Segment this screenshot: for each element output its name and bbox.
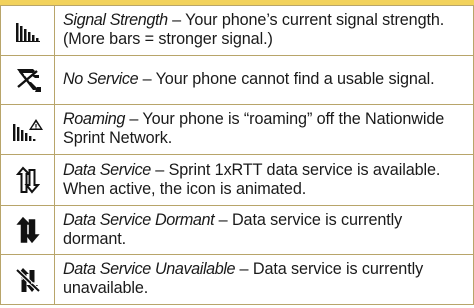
description-cell: No Service – Your phone cannot find a us…: [54, 55, 474, 105]
table-row: Data Service Dormant – Data service is c…: [0, 205, 474, 255]
term-separator: –: [167, 11, 186, 29]
description-text: Your phone cannot find a usable signal.: [155, 70, 435, 88]
table-row: Data Service – Sprint 1xRTT data service…: [0, 154, 474, 206]
description-cell: Data Service – Sprint 1xRTT data service…: [54, 154, 474, 206]
term-label: No Service: [63, 70, 139, 88]
table-row: Signal Strength – Your phone’s current s…: [0, 5, 474, 56]
term-separator: –: [150, 160, 169, 179]
icon-cell: [0, 254, 55, 305]
description-cell: Data Service Unavailable – Data service …: [54, 254, 474, 305]
term-label: Data Service Dormant: [63, 210, 215, 229]
description-cell: Roaming – Your phone is “roaming” off th…: [54, 104, 474, 155]
data-service-icon: [1, 166, 54, 194]
table-row: No Service – Your phone cannot find a us…: [0, 55, 474, 105]
icon-cell: [0, 5, 55, 56]
no-service-icon: [1, 65, 54, 95]
term-separator: –: [235, 260, 253, 278]
page: Signal Strength – Your phone’s current s…: [0, 0, 474, 308]
status-icon-table: Signal Strength – Your phone’s current s…: [0, 5, 474, 305]
term-label: Signal Strength: [63, 11, 168, 29]
table-row: Data Service Unavailable – Data service …: [0, 254, 474, 305]
term-separator: –: [214, 210, 232, 229]
icon-cell: [0, 205, 55, 255]
term-label: Roaming: [63, 110, 125, 128]
roaming-icon: [1, 117, 54, 143]
data-service-unavailable-icon: [1, 265, 54, 295]
table-row: Roaming – Your phone is “roaming” off th…: [0, 104, 474, 155]
icon-cell: [0, 104, 55, 155]
icon-cell: [0, 154, 55, 206]
term-label: Data Service: [63, 160, 151, 179]
description-cell: Signal Strength – Your phone’s current s…: [54, 5, 474, 56]
term-separator: –: [124, 110, 143, 128]
term-label: Data Service Unavailable: [63, 260, 236, 278]
signal-strength-icon: [1, 19, 54, 43]
description-cell: Data Service Dormant – Data service is c…: [54, 205, 474, 255]
term-separator: –: [138, 70, 156, 88]
icon-cell: [0, 55, 55, 105]
data-service-dormant-icon: [1, 216, 54, 244]
